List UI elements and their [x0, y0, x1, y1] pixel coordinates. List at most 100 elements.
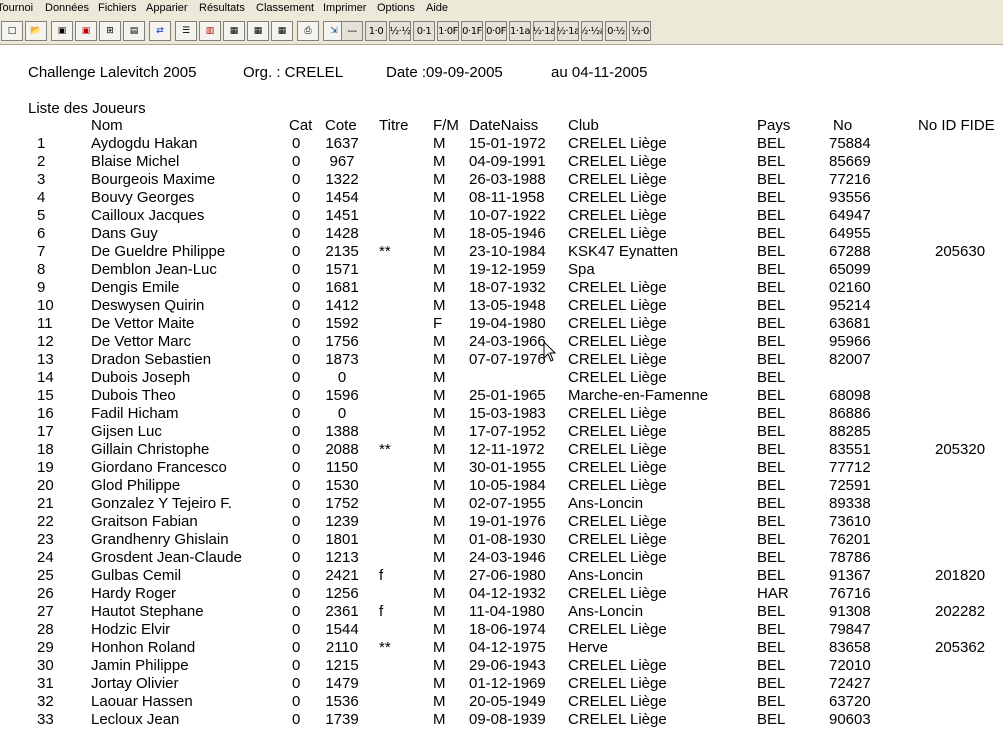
- cell-cat: 0: [292, 675, 301, 692]
- report-icon[interactable]: ▦: [271, 21, 293, 41]
- cell-cote: 1596: [325, 387, 359, 404]
- cell-titre: **: [379, 243, 391, 260]
- result-button[interactable]: ---: [341, 21, 363, 41]
- cell-cote: 2361: [325, 603, 359, 620]
- result-button[interactable]: ½·1a: [533, 21, 555, 41]
- cell-cote: 0: [337, 369, 347, 386]
- table-row: 30 Jamin Philippe 0 1215 M 29-06-1943 CRELEL L…: [0, 657, 1003, 675]
- table-row: 11 De Vettor Maite 0 1592 F 19-04-1980 CRELEL …: [0, 315, 1003, 333]
- result-button[interactable]: 0·1F: [461, 21, 483, 41]
- cell-pays: BEL: [757, 423, 786, 440]
- cell-pays: HAR: [757, 585, 789, 602]
- menu-item[interactable]: Classement: [256, 2, 314, 14]
- cell-nom: De Vettor Marc: [91, 333, 192, 350]
- menu-item[interactable]: Résultats: [199, 2, 245, 14]
- result-button[interactable]: 0·1: [413, 21, 435, 41]
- menu-bar: Tournoi Données Fichiers Apparier Résultats C…: [0, 0, 1003, 18]
- cell-pays: BEL: [757, 441, 786, 458]
- cell-n: 31: [37, 675, 54, 692]
- cell-date: 25-01-1965: [469, 387, 546, 404]
- print-preview-icon[interactable]: ▤: [123, 21, 145, 41]
- report-red-icon[interactable]: ▥: [199, 21, 221, 41]
- col-header-nom: Nom: [91, 117, 123, 134]
- table-row: 23 Grandhenry Ghislain 0 1801 M 01-08-1930 CRE…: [0, 531, 1003, 549]
- cell-date: 01-08-1930: [469, 531, 546, 548]
- cell-date: 24-03-1966: [469, 333, 546, 350]
- cell-club: CRELEL Liège: [568, 711, 667, 728]
- cell-cat: 0: [292, 333, 301, 350]
- result-button[interactable]: ½·½a: [581, 21, 603, 41]
- add-window-icon[interactable]: ⊞: [99, 21, 121, 41]
- result-button[interactable]: 0·½: [605, 21, 627, 41]
- cell-n: 13: [37, 351, 54, 368]
- cell-n: 23: [37, 531, 54, 548]
- cell-no: 83551: [829, 441, 871, 458]
- cell-nom: Cailloux Jacques: [91, 207, 205, 224]
- result-button[interactable]: 0·0F: [485, 21, 507, 41]
- cell-date: 26-03-1988: [469, 171, 546, 188]
- result-button[interactable]: 1·1a: [509, 21, 531, 41]
- cell-nom: Bouvy Georges: [91, 189, 195, 206]
- cell-nom: Jamin Philippe: [91, 657, 189, 674]
- cell-n: 30: [37, 657, 54, 674]
- cell-date: 09-08-1939: [469, 711, 546, 728]
- cell-cat: 0: [292, 477, 301, 494]
- printer-icon[interactable]: ⎙: [297, 21, 319, 41]
- result-button[interactable]: ½·½: [389, 21, 411, 41]
- cell-cote: 1412: [325, 297, 359, 314]
- result-button[interactable]: ½·1a: [557, 21, 579, 41]
- end-date: au 04-11-2005: [551, 64, 648, 81]
- open-icon[interactable]: 📂: [25, 21, 47, 41]
- menu-item[interactable]: Données: [45, 2, 89, 14]
- cell-n: 33: [37, 711, 54, 728]
- menu-item[interactable]: Aide: [426, 2, 448, 14]
- report-icon[interactable]: ▦: [247, 21, 269, 41]
- cell-cote: 1451: [325, 207, 359, 224]
- table-row: 5 Cailloux Jacques 0 1451 M 10-07-1922 CRELEL …: [0, 207, 1003, 225]
- cell-date: 19-04-1980: [469, 315, 546, 332]
- cell-cote: 1388: [325, 423, 359, 440]
- cell-no: 02160: [829, 279, 871, 296]
- cell-club: CRELEL Liège: [568, 477, 667, 494]
- cell-pays: BEL: [757, 225, 786, 242]
- save-red-icon[interactable]: ▣: [75, 21, 97, 41]
- cell-nom: Grosdent Jean-Claude: [91, 549, 242, 566]
- table-row: 24 Grosdent Jean-Claude 0 1213 M 24-03-1946 CR…: [0, 549, 1003, 567]
- menu-item[interactable]: Fichiers: [98, 2, 137, 14]
- cell-cote: 1873: [325, 351, 359, 368]
- cell-nom: Dubois Joseph: [91, 369, 191, 386]
- cell-club: CRELEL Liège: [568, 153, 667, 170]
- cell-date: 12-11-1972: [469, 441, 545, 458]
- cell-no: 63720: [829, 693, 871, 710]
- table-row: 27 Hautot Stephane 0 2361 f M 11-04-1980 Ans-Lo…: [0, 603, 1003, 621]
- result-button[interactable]: ½·0: [629, 21, 651, 41]
- cell-n: 32: [37, 693, 54, 710]
- col-header-pays: Pays: [757, 117, 791, 134]
- swap-arrows-icon[interactable]: ⇄: [149, 21, 171, 41]
- col-header-fm: F/M: [433, 117, 459, 134]
- cell-no: 73610: [829, 513, 871, 530]
- cell-club: CRELEL Liège: [568, 135, 667, 152]
- cell-no: 86886: [829, 405, 871, 422]
- menu-item[interactable]: Apparier: [146, 2, 188, 14]
- cell-nom: Honhon Roland: [91, 639, 196, 656]
- cell-n: 1: [37, 135, 46, 152]
- cell-cat: 0: [292, 693, 301, 710]
- list-icon[interactable]: ☰: [175, 21, 197, 41]
- menu-item[interactable]: Options: [377, 2, 415, 14]
- save-icon[interactable]: ▣: [51, 21, 73, 41]
- table-row: 7 De Gueldre Philippe 0 2135 ** M 23-10-1984 KS…: [0, 243, 1003, 261]
- report-icon[interactable]: ▦: [223, 21, 245, 41]
- menu-item[interactable]: Imprimer: [323, 2, 366, 14]
- cell-n: 25: [37, 567, 54, 584]
- cell-n: 27: [37, 603, 54, 620]
- cell-cat: 0: [292, 657, 301, 674]
- new-icon[interactable]: □: [1, 21, 23, 41]
- menu-item[interactable]: Tournoi: [0, 2, 33, 14]
- result-button[interactable]: 1·0F: [437, 21, 459, 41]
- cell-n: 19: [37, 459, 54, 476]
- cell-cat: 0: [292, 225, 301, 242]
- cell-nom: Grandhenry Ghislain: [91, 531, 229, 548]
- cell-pays: BEL: [757, 639, 786, 656]
- result-button[interactable]: 1·0: [365, 21, 387, 41]
